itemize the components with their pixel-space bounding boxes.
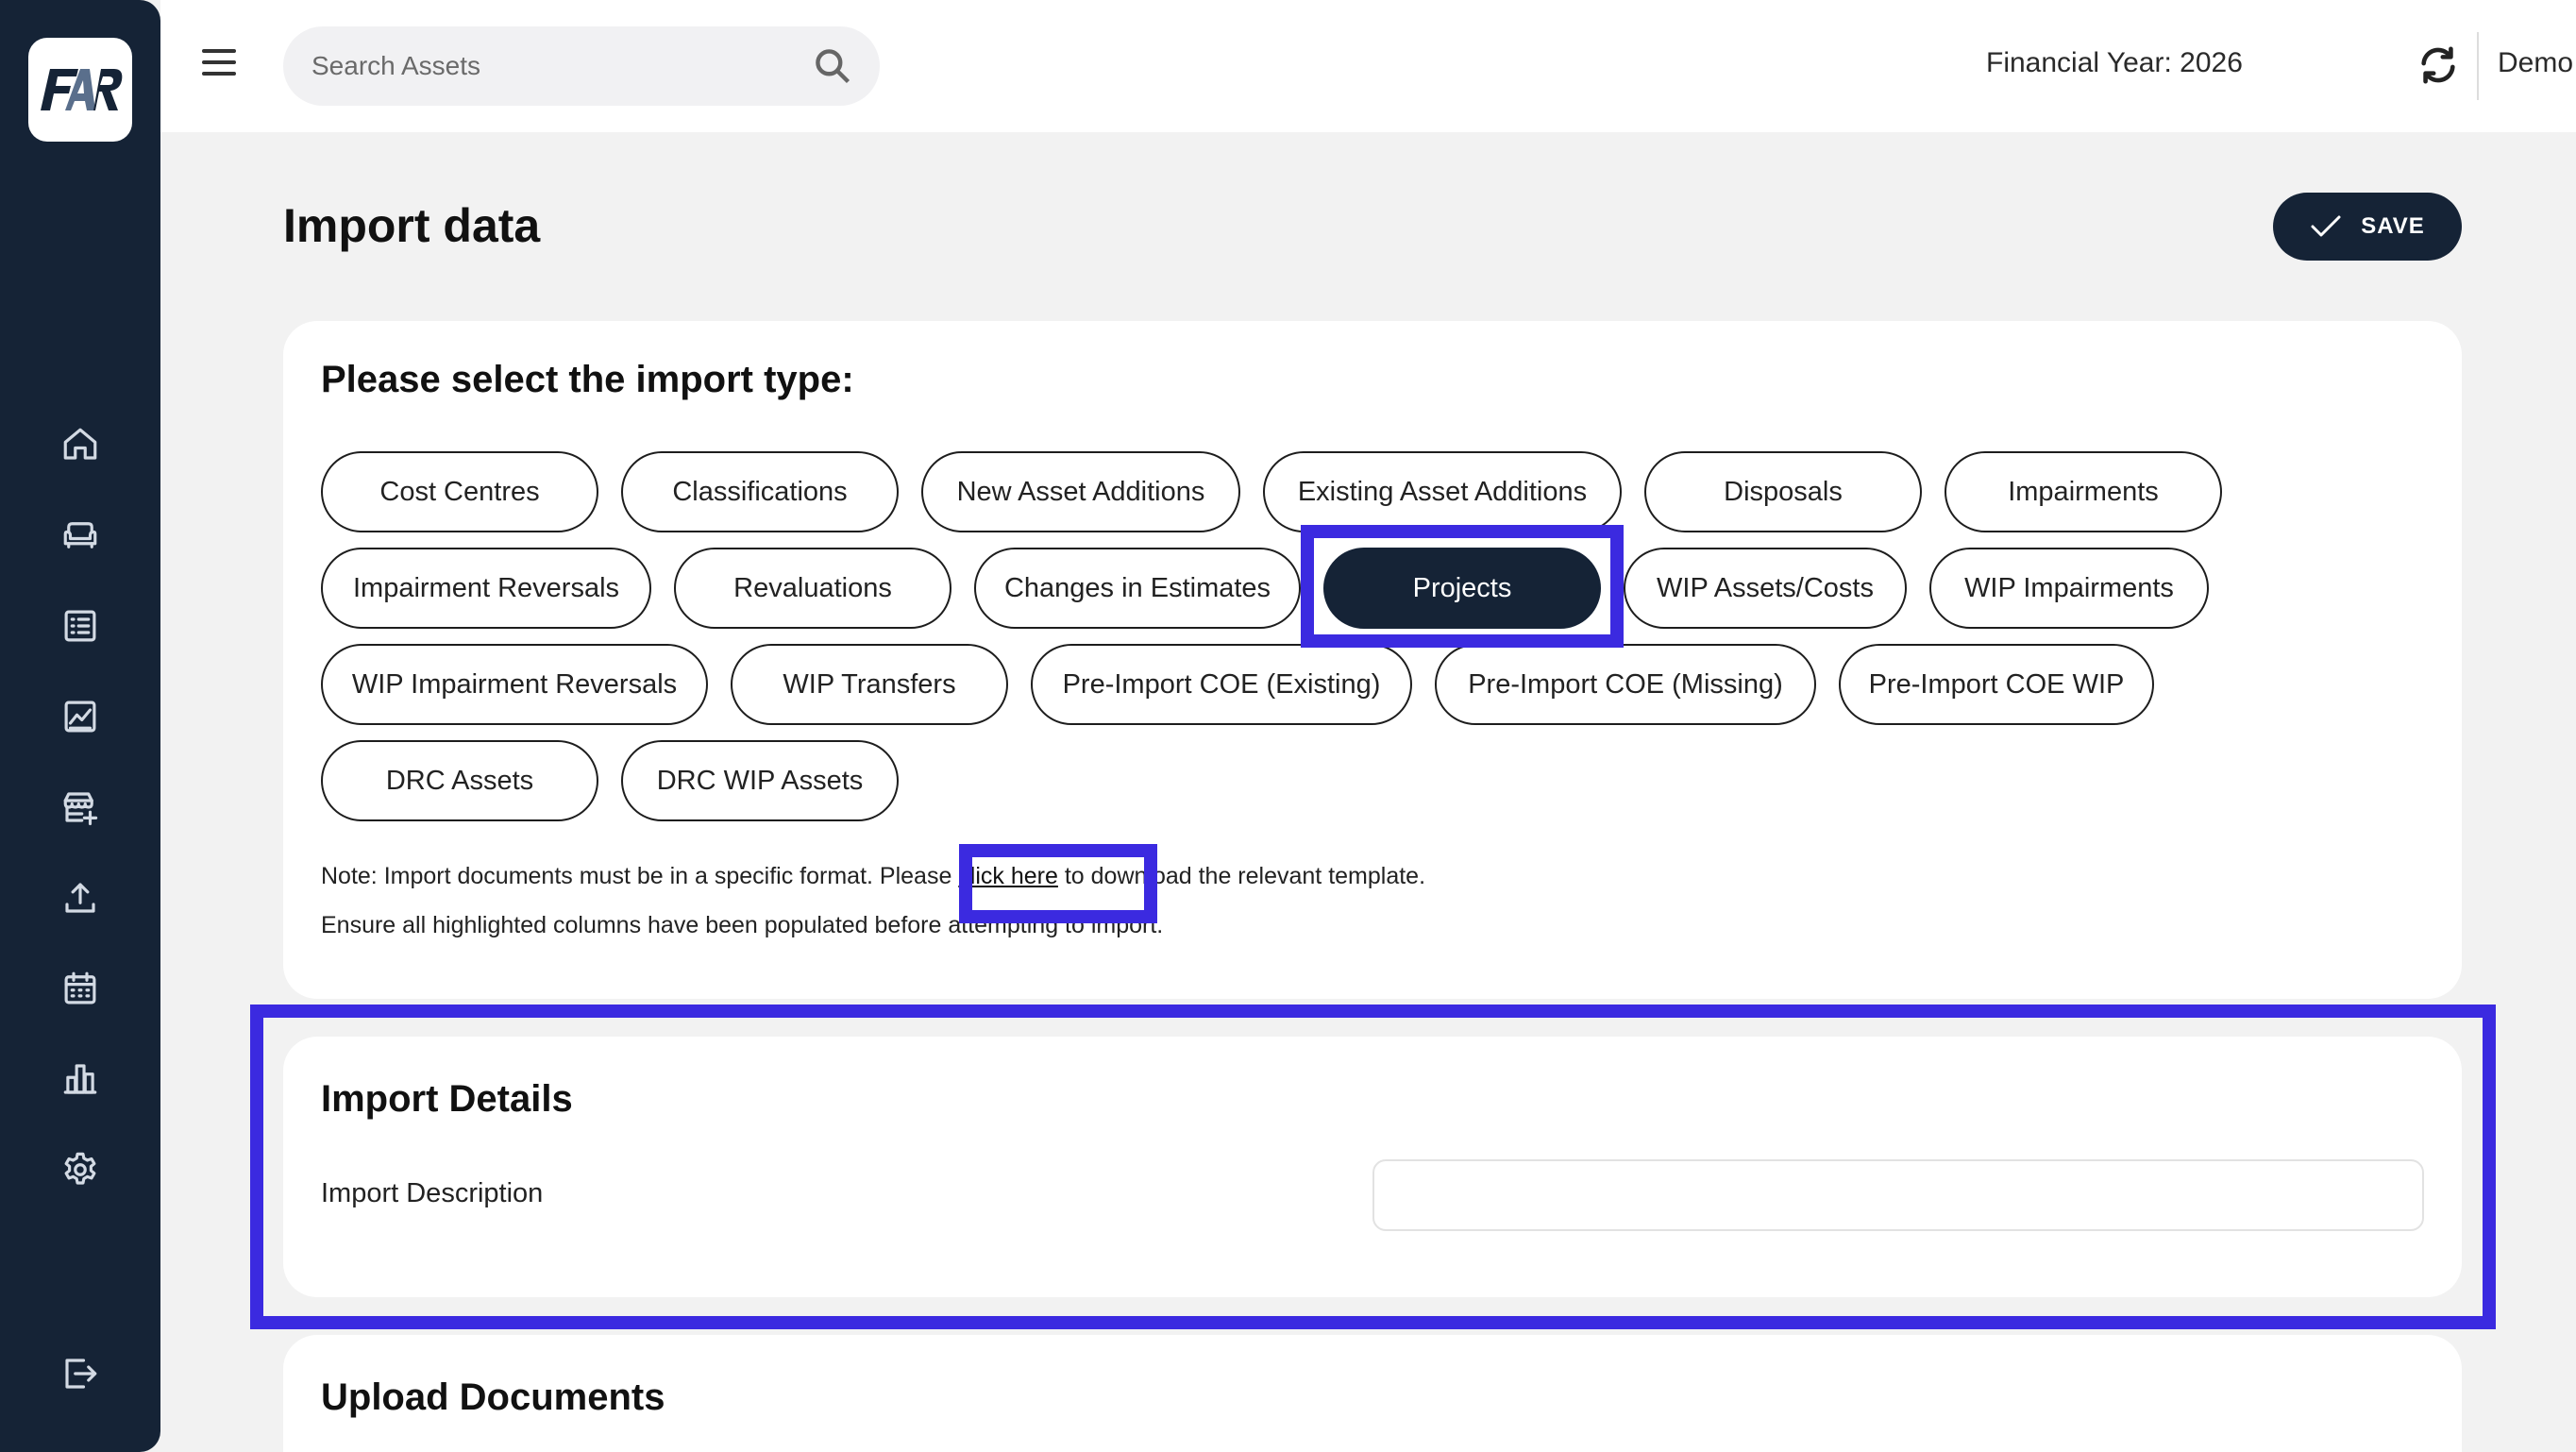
bar-chart-icon[interactable] — [59, 1057, 102, 1101]
import-type-pre-import-coe-missing[interactable]: Pre-Import COE (Missing) — [1435, 644, 1816, 725]
import-note-line-1: Note: Import documents must be in a spec… — [321, 863, 1425, 890]
import-type-revaluations[interactable]: Revaluations — [674, 548, 951, 629]
import-type-heading: Please select the import type: — [321, 359, 854, 400]
import-type-cost-centres[interactable]: Cost Centres — [321, 451, 598, 532]
home-icon[interactable] — [59, 423, 102, 466]
import-type-pre-import-coe-existing[interactable]: Pre-Import COE (Existing) — [1031, 644, 1412, 725]
gear-icon[interactable] — [59, 1148, 102, 1191]
top-bar: Financial Year: 2026 Demo Entity — [160, 0, 2576, 132]
import-type-existing-asset-additions[interactable]: Existing Asset Additions — [1263, 451, 1622, 532]
import-description-input[interactable] — [1372, 1159, 2424, 1231]
topbar-divider — [2477, 32, 2479, 100]
save-button-label: SAVE — [2361, 213, 2425, 239]
import-type-impairment-reversals[interactable]: Impairment Reversals — [321, 548, 651, 629]
import-type-wip-impairments[interactable]: WIP Impairments — [1929, 548, 2209, 629]
import-type-new-asset-additions[interactable]: New Asset Additions — [921, 451, 1240, 532]
search-box — [283, 26, 880, 106]
calendar-icon[interactable] — [59, 967, 102, 1010]
page-title: Import data — [283, 199, 541, 252]
download-template-link[interactable]: click here — [958, 863, 1058, 889]
app-logo[interactable] — [28, 38, 132, 142]
chart-icon[interactable] — [59, 695, 102, 738]
note-prefix: Note: Import documents must be in a spec… — [321, 863, 959, 889]
upload-icon[interactable] — [59, 876, 102, 920]
import-note-line-2: Ensure all highlighted columns have been… — [321, 912, 1164, 938]
check-icon — [2311, 215, 2341, 237]
import-type-wip-assets-costs[interactable]: WIP Assets/Costs — [1624, 548, 1907, 629]
import-type-drc-wip-assets[interactable]: DRC WIP Assets — [621, 740, 899, 821]
note-suffix: to download the relevant template. — [1057, 863, 1426, 889]
entity-name[interactable]: Demo Entity — [2498, 47, 2576, 79]
upload-documents-card: Upload Documents — [283, 1335, 2462, 1452]
sidebar — [0, 0, 160, 1452]
search-icon[interactable] — [812, 45, 853, 87]
import-details-card: Import Details Import Description — [283, 1037, 2462, 1297]
store-add-icon[interactable] — [59, 785, 102, 829]
import-type-card: Please select the import type: Cost Cent… — [283, 321, 2462, 999]
import-type-projects[interactable]: Projects — [1323, 548, 1601, 629]
search-input[interactable] — [283, 26, 880, 106]
import-type-disposals[interactable]: Disposals — [1644, 451, 1922, 532]
import-details-heading: Import Details — [321, 1078, 573, 1120]
sofa-icon[interactable] — [59, 514, 102, 557]
import-type-impairments[interactable]: Impairments — [1945, 451, 2222, 532]
logout-icon[interactable] — [59, 1352, 102, 1395]
import-description-label: Import Description — [321, 1178, 544, 1208]
import-type-drc-assets[interactable]: DRC Assets — [321, 740, 598, 821]
save-button[interactable]: SAVE — [2273, 193, 2462, 261]
menu-icon[interactable] — [202, 49, 238, 83]
import-type-pre-import-coe-wip[interactable]: Pre-Import COE WIP — [1839, 644, 2154, 725]
import-type-wip-impairment-reversals[interactable]: WIP Impairment Reversals — [321, 644, 708, 725]
import-type-classifications[interactable]: Classifications — [621, 451, 899, 532]
import-type-wip-transfers[interactable]: WIP Transfers — [731, 644, 1008, 725]
refresh-icon[interactable] — [2416, 43, 2460, 87]
financial-year-label: Financial Year: 2026 — [1986, 47, 2243, 78]
far-logo-icon — [41, 69, 123, 110]
upload-documents-heading: Upload Documents — [321, 1376, 665, 1418]
list-icon[interactable] — [59, 604, 102, 648]
import-type-changes-in-estimates[interactable]: Changes in Estimates — [974, 548, 1301, 629]
